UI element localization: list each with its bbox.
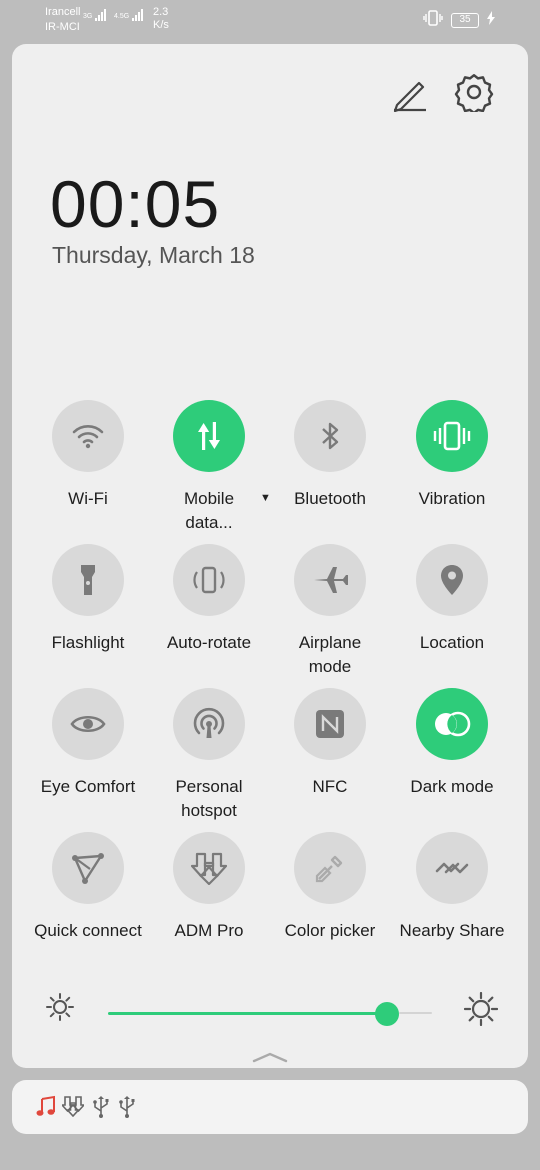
tile-vibration-label: Vibration [418, 489, 486, 508]
carrier-2: IR-MCI [45, 21, 80, 33]
tile-adm-pro-toggle[interactable] [173, 832, 245, 904]
tile-airplane-label: Airplane mode [298, 633, 362, 676]
tile-eye-comfort[interactable]: Eye Comfort [23, 688, 153, 828]
signal-2-icon: 4.5G [114, 9, 144, 21]
status-bar: Irancell IR-MCI 3G 4.5G 2.3 K/s 35 [0, 0, 540, 40]
battery-level: 35 [459, 14, 471, 25]
pencil-icon [393, 81, 426, 113]
usb-icon [116, 1095, 140, 1119]
quick-settings-panel: 00:05 Thursday, March 18 Wi-Fi Mobile da… [12, 44, 528, 1068]
tile-hotspot-label: Personal hotspot [175, 777, 243, 820]
signal-1-icon: 3G [83, 9, 107, 21]
tile-hotspot[interactable]: Personal hotspot [144, 688, 274, 828]
tile-dark-mode-toggle[interactable] [416, 688, 488, 760]
carrier-names: Irancell IR-MCI [45, 5, 80, 35]
vibration-icon [433, 421, 471, 451]
settings-button[interactable] [454, 72, 494, 115]
tile-flashlight-label: Flashlight [51, 633, 125, 652]
tile-adm-pro[interactable]: ADM Pro [144, 832, 274, 972]
network-speed: 2.3 K/s [153, 6, 169, 32]
panel-collapse-handle[interactable] [252, 1050, 288, 1063]
tile-vibration[interactable]: Vibration [387, 400, 517, 540]
tile-eye-comfort-label: Eye Comfort [40, 777, 136, 796]
speed-unit: K/s [153, 19, 169, 31]
tile-mobile-data-label: Mobile data... [183, 489, 235, 532]
tile-nearby-share-toggle[interactable] [416, 832, 488, 904]
tile-nfc-label: NFC [312, 777, 348, 796]
nfc-icon [316, 710, 344, 738]
tile-location[interactable]: Location [387, 544, 517, 684]
tile-eye-comfort-toggle[interactable] [52, 688, 124, 760]
tile-hotspot-toggle[interactable] [173, 688, 245, 760]
music-note-icon [34, 1095, 58, 1119]
download-icon [191, 852, 227, 885]
tile-color-picker-toggle[interactable] [294, 832, 366, 904]
tile-quick-connect-label: Quick connect [34, 921, 142, 940]
tile-quick-connect[interactable]: Quick connect [23, 832, 153, 972]
tile-vibration-toggle[interactable] [416, 400, 488, 472]
quick-connect-icon [72, 853, 104, 884]
tile-nearby-share[interactable]: Nearby Share [387, 832, 517, 972]
airplane-icon [314, 567, 348, 593]
bluetooth-icon [322, 422, 339, 450]
vibrate-icon [423, 10, 443, 31]
usb-icon [90, 1095, 114, 1119]
tile-nfc[interactable]: NFC [265, 688, 395, 828]
tile-nearby-share-label: Nearby Share [399, 921, 505, 940]
tile-airplane-toggle[interactable] [294, 544, 366, 616]
battery-icon: 35 [451, 13, 479, 28]
charging-icon [487, 11, 495, 30]
brightness-track-empty [399, 1012, 432, 1014]
carrier-1: Irancell [45, 6, 81, 18]
tile-auto-rotate-toggle[interactable] [173, 544, 245, 616]
tile-quick-connect-toggle[interactable] [52, 832, 124, 904]
eye-icon [70, 715, 106, 733]
tile-bluetooth-toggle[interactable] [294, 400, 366, 472]
hotspot-icon [193, 707, 225, 738]
tile-adm-pro-label: ADM Pro [174, 921, 244, 940]
speed-value: 2.3 [153, 6, 169, 18]
tile-auto-rotate[interactable]: Auto-rotate [144, 544, 274, 684]
tile-color-picker-label: Color picker [284, 921, 376, 940]
tile-mobile-data[interactable]: Mobile data... [144, 400, 274, 540]
tile-location-label: Location [419, 633, 485, 652]
sun-small-icon [45, 992, 75, 1022]
dark-mode-icon [435, 711, 471, 737]
tile-mobile-data-toggle[interactable] [173, 400, 245, 472]
network-type-1: 3G [83, 13, 93, 20]
eyedropper-icon [315, 855, 343, 883]
tile-wifi[interactable]: Wi-Fi [23, 400, 153, 540]
download-icon [60, 1095, 86, 1119]
tile-auto-rotate-label: Auto-rotate [166, 633, 252, 652]
edit-button[interactable] [390, 72, 428, 113]
auto-rotate-icon [193, 566, 225, 594]
brightness-track-filled [108, 1012, 387, 1015]
clock-time[interactable]: 00:05 [50, 166, 220, 242]
wifi-icon [72, 425, 104, 449]
brightness-slider[interactable] [108, 1002, 432, 1026]
network-type-2: 4.5G [114, 13, 130, 20]
clock-date[interactable]: Thursday, March 18 [52, 242, 255, 269]
flashlight-icon [81, 565, 95, 595]
gear-icon [454, 73, 494, 115]
brightness-thumb[interactable] [375, 1002, 399, 1026]
sun-large-icon [463, 991, 499, 1027]
notification-icons-bar[interactable] [12, 1080, 528, 1134]
tile-dark-mode-label: Dark mode [410, 777, 494, 796]
tile-airplane[interactable]: Airplane mode [265, 544, 395, 684]
chevron-up-icon [252, 1052, 288, 1063]
nearby-share-icon [435, 862, 469, 874]
tile-wifi-toggle[interactable] [52, 400, 124, 472]
tile-flashlight[interactable]: Flashlight [23, 544, 153, 684]
tile-location-toggle[interactable] [416, 544, 488, 616]
location-pin-icon [441, 565, 463, 595]
tile-flashlight-toggle[interactable] [52, 544, 124, 616]
tile-color-picker[interactable]: Color picker [265, 832, 395, 972]
tile-bluetooth-label: Bluetooth [294, 489, 366, 508]
mobile-data-icon [198, 422, 220, 450]
tile-dark-mode[interactable]: Dark mode [387, 688, 517, 828]
tile-wifi-label: Wi-Fi [68, 489, 108, 508]
tile-nfc-toggle[interactable] [294, 688, 366, 760]
tile-bluetooth[interactable]: Bluetooth [265, 400, 395, 540]
